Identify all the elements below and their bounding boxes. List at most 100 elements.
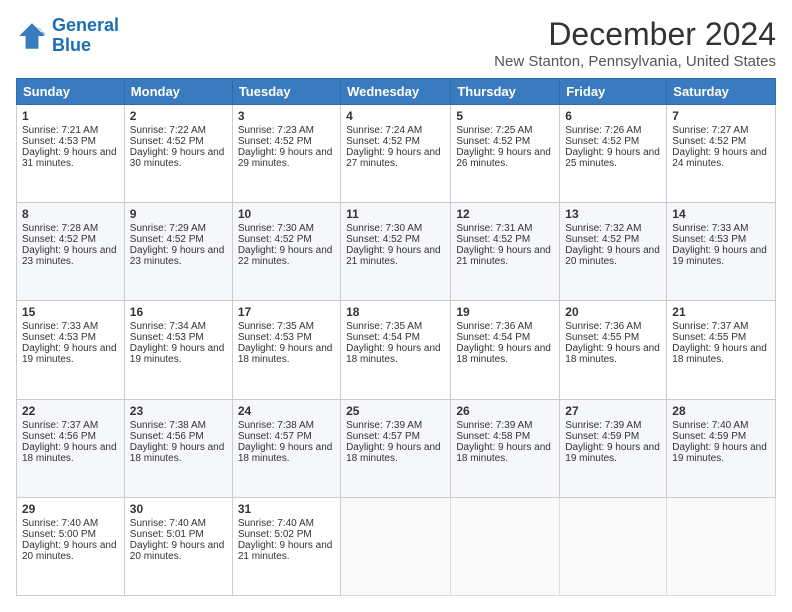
sunset-label: Sunset: 4:54 PM	[456, 332, 530, 343]
col-thursday: Thursday	[451, 79, 560, 105]
sunrise-label: Sunrise: 7:33 AM	[22, 321, 98, 332]
calendar-cell: 2 Sunrise: 7:22 AM Sunset: 4:52 PM Dayli…	[124, 105, 232, 203]
calendar-cell: 25 Sunrise: 7:39 AM Sunset: 4:57 PM Dayl…	[341, 399, 451, 497]
calendar-cell: 19 Sunrise: 7:36 AM Sunset: 4:54 PM Dayl…	[451, 301, 560, 399]
daylight-label: Daylight: 9 hours and 18 minutes.	[238, 442, 333, 464]
day-number: 21	[672, 305, 770, 319]
daylight-label: Daylight: 9 hours and 24 minutes.	[672, 147, 767, 169]
sunrise-label: Sunrise: 7:38 AM	[130, 420, 206, 431]
daylight-label: Daylight: 9 hours and 21 minutes.	[346, 245, 441, 267]
day-number: 26	[456, 404, 554, 418]
daylight-label: Daylight: 9 hours and 31 minutes.	[22, 147, 117, 169]
sunset-label: Sunset: 4:53 PM	[130, 332, 204, 343]
col-friday: Friday	[560, 79, 667, 105]
day-number: 31	[238, 502, 335, 516]
sunset-label: Sunset: 4:52 PM	[346, 136, 420, 147]
page: General Blue December 2024 New Stanton, …	[0, 0, 792, 612]
sunset-label: Sunset: 4:53 PM	[22, 136, 96, 147]
calendar-cell: 18 Sunrise: 7:35 AM Sunset: 4:54 PM Dayl…	[341, 301, 451, 399]
calendar-cell: 3 Sunrise: 7:23 AM Sunset: 4:52 PM Dayli…	[232, 105, 340, 203]
sunset-label: Sunset: 4:52 PM	[238, 136, 312, 147]
sunrise-label: Sunrise: 7:37 AM	[672, 321, 748, 332]
day-number: 7	[672, 109, 770, 123]
sunrise-label: Sunrise: 7:22 AM	[130, 125, 206, 136]
month-title: December 2024	[494, 16, 776, 53]
col-monday: Monday	[124, 79, 232, 105]
week-row-2: 8 Sunrise: 7:28 AM Sunset: 4:52 PM Dayli…	[17, 203, 776, 301]
daylight-label: Daylight: 9 hours and 18 minutes.	[346, 442, 441, 464]
calendar-cell	[341, 497, 451, 595]
calendar-cell: 6 Sunrise: 7:26 AM Sunset: 4:52 PM Dayli…	[560, 105, 667, 203]
day-number: 12	[456, 207, 554, 221]
calendar-cell	[560, 497, 667, 595]
daylight-label: Daylight: 9 hours and 20 minutes.	[565, 245, 660, 267]
sunrise-label: Sunrise: 7:23 AM	[238, 125, 314, 136]
sunset-label: Sunset: 4:55 PM	[565, 332, 639, 343]
calendar-cell: 7 Sunrise: 7:27 AM Sunset: 4:52 PM Dayli…	[667, 105, 776, 203]
logo-icon	[16, 20, 48, 52]
calendar-cell: 21 Sunrise: 7:37 AM Sunset: 4:55 PM Dayl…	[667, 301, 776, 399]
day-number: 25	[346, 404, 445, 418]
sunrise-label: Sunrise: 7:30 AM	[238, 223, 314, 234]
calendar-cell: 15 Sunrise: 7:33 AM Sunset: 4:53 PM Dayl…	[17, 301, 125, 399]
calendar-cell: 22 Sunrise: 7:37 AM Sunset: 4:56 PM Dayl…	[17, 399, 125, 497]
title-area: December 2024 New Stanton, Pennsylvania,…	[494, 16, 776, 70]
day-number: 30	[130, 502, 227, 516]
calendar-cell: 17 Sunrise: 7:35 AM Sunset: 4:53 PM Dayl…	[232, 301, 340, 399]
day-number: 13	[565, 207, 661, 221]
daylight-label: Daylight: 9 hours and 27 minutes.	[346, 147, 441, 169]
calendar-cell: 10 Sunrise: 7:30 AM Sunset: 4:52 PM Dayl…	[232, 203, 340, 301]
calendar-cell: 9 Sunrise: 7:29 AM Sunset: 4:52 PM Dayli…	[124, 203, 232, 301]
day-number: 17	[238, 305, 335, 319]
day-number: 2	[130, 109, 227, 123]
daylight-label: Daylight: 9 hours and 25 minutes.	[565, 147, 660, 169]
daylight-label: Daylight: 9 hours and 19 minutes.	[672, 442, 767, 464]
calendar-cell: 4 Sunrise: 7:24 AM Sunset: 4:52 PM Dayli…	[341, 105, 451, 203]
sunrise-label: Sunrise: 7:37 AM	[22, 420, 98, 431]
day-number: 29	[22, 502, 119, 516]
sunset-label: Sunset: 4:52 PM	[456, 234, 530, 245]
day-number: 27	[565, 404, 661, 418]
sunrise-label: Sunrise: 7:36 AM	[565, 321, 641, 332]
sunrise-label: Sunrise: 7:31 AM	[456, 223, 532, 234]
daylight-label: Daylight: 9 hours and 18 minutes.	[22, 442, 117, 464]
sunrise-label: Sunrise: 7:35 AM	[238, 321, 314, 332]
sunrise-label: Sunrise: 7:39 AM	[565, 420, 641, 431]
day-number: 19	[456, 305, 554, 319]
day-number: 15	[22, 305, 119, 319]
sunrise-label: Sunrise: 7:28 AM	[22, 223, 98, 234]
day-number: 3	[238, 109, 335, 123]
day-number: 5	[456, 109, 554, 123]
sunset-label: Sunset: 4:52 PM	[130, 136, 204, 147]
sunrise-label: Sunrise: 7:32 AM	[565, 223, 641, 234]
col-saturday: Saturday	[667, 79, 776, 105]
header-row: Sunday Monday Tuesday Wednesday Thursday…	[17, 79, 776, 105]
day-number: 8	[22, 207, 119, 221]
day-number: 20	[565, 305, 661, 319]
calendar-cell: 29 Sunrise: 7:40 AM Sunset: 5:00 PM Dayl…	[17, 497, 125, 595]
day-number: 11	[346, 207, 445, 221]
calendar-cell: 26 Sunrise: 7:39 AM Sunset: 4:58 PM Dayl…	[451, 399, 560, 497]
sunset-label: Sunset: 4:57 PM	[238, 431, 312, 442]
daylight-label: Daylight: 9 hours and 19 minutes.	[130, 343, 225, 365]
day-number: 22	[22, 404, 119, 418]
calendar-cell: 1 Sunrise: 7:21 AM Sunset: 4:53 PM Dayli…	[17, 105, 125, 203]
sunset-label: Sunset: 5:02 PM	[238, 529, 312, 540]
logo-line2: Blue	[52, 35, 91, 55]
sunset-label: Sunset: 4:55 PM	[672, 332, 746, 343]
calendar-table: Sunday Monday Tuesday Wednesday Thursday…	[16, 78, 776, 596]
sunrise-label: Sunrise: 7:35 AM	[346, 321, 422, 332]
daylight-label: Daylight: 9 hours and 18 minutes.	[346, 343, 441, 365]
logo-text: General Blue	[52, 16, 119, 56]
daylight-label: Daylight: 9 hours and 19 minutes.	[672, 245, 767, 267]
day-number: 4	[346, 109, 445, 123]
sunrise-label: Sunrise: 7:21 AM	[22, 125, 98, 136]
day-number: 10	[238, 207, 335, 221]
day-number: 6	[565, 109, 661, 123]
daylight-label: Daylight: 9 hours and 30 minutes.	[130, 147, 225, 169]
sunrise-label: Sunrise: 7:33 AM	[672, 223, 748, 234]
sunset-label: Sunset: 4:52 PM	[238, 234, 312, 245]
daylight-label: Daylight: 9 hours and 23 minutes.	[130, 245, 225, 267]
sunrise-label: Sunrise: 7:29 AM	[130, 223, 206, 234]
sunrise-label: Sunrise: 7:30 AM	[346, 223, 422, 234]
